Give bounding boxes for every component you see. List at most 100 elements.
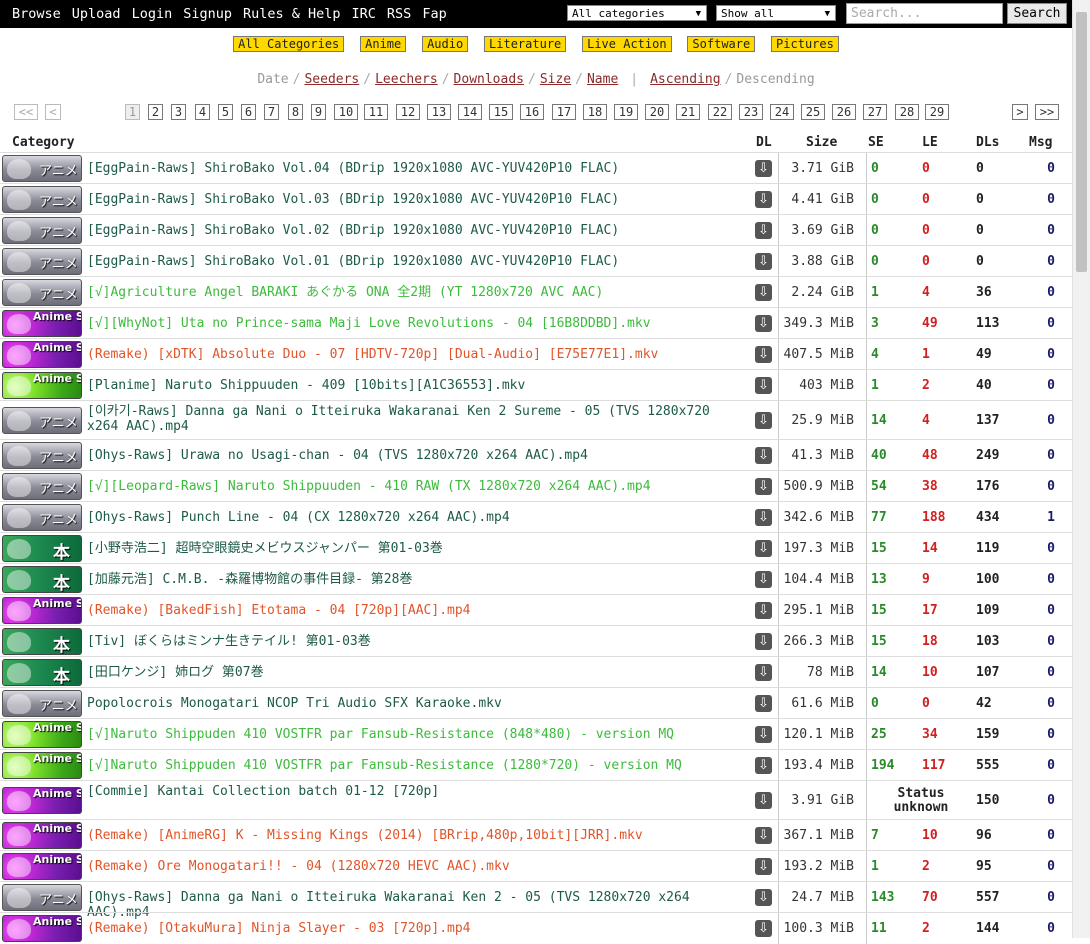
page-29-button[interactable]: 29 [925,104,949,120]
page-2-button[interactable]: 2 [148,104,163,120]
torrent-name-link[interactable]: [√]Agriculture Angel BARAKI あぐかる ONA 全2期… [87,285,747,300]
page-16-button[interactable]: 16 [520,104,544,120]
category-icon[interactable]: アニメ [2,248,82,275]
category-icon[interactable]: Anime Sub [2,597,82,624]
download-icon[interactable]: ⇩ [755,346,772,363]
category-icon[interactable]: 本 [2,628,82,655]
torrent-name-link[interactable]: [EggPain-Raws] ShiroBako Vol.02 (BDrip 1… [87,223,747,238]
page-23-button[interactable]: 23 [739,104,763,120]
page-28-button[interactable]: 28 [895,104,919,120]
cat-all-categories[interactable]: All Categories [233,36,345,52]
torrent-name-link[interactable]: [√][WhyNot] Uta no Prince-sama Maji Love… [87,316,747,331]
comments-count[interactable]: 0 [1030,793,1055,808]
torrent-name-link[interactable]: [EggPain-Raws] ShiroBako Vol.01 (BDrip 1… [87,254,747,269]
comments-count[interactable]: 0 [1030,859,1055,874]
download-icon[interactable]: ⇩ [755,858,772,875]
download-icon[interactable]: ⇩ [755,889,772,906]
search-input[interactable] [846,3,1003,24]
category-icon[interactable]: Anime Sub [2,721,82,748]
page-3-button[interactable]: 3 [171,104,186,120]
category-select[interactable]: All categories ▼ [567,5,707,21]
comments-count[interactable]: 0 [1030,285,1055,300]
nav-fap[interactable]: Fap [422,6,446,22]
download-icon[interactable]: ⇩ [755,509,772,526]
header-dls[interactable]: DLs [976,135,999,150]
download-icon[interactable]: ⇩ [755,191,772,208]
scrollbar-thumb[interactable] [1076,12,1087,272]
page-11-button[interactable]: 11 [364,104,388,120]
comments-count[interactable]: 0 [1030,347,1055,362]
torrent-name-link[interactable]: [Tiv] ぼくらはミンナ生きテイル! 第01-03巻 [87,634,747,649]
page-14-button[interactable]: 14 [458,104,482,120]
cat-audio[interactable]: Audio [422,36,469,52]
comments-count[interactable]: 0 [1030,479,1055,494]
page-27-button[interactable]: 27 [863,104,887,120]
show-filter-select[interactable]: Show all ▼ [716,5,836,21]
torrent-name-link[interactable]: [Commie] Kantai Collection batch 01-12 [… [87,784,747,799]
page-24-button[interactable]: 24 [770,104,794,120]
sort-leechers[interactable]: Leechers [375,72,438,87]
comments-count[interactable]: 0 [1030,448,1055,463]
nav-rules-help[interactable]: Rules & Help [243,6,341,22]
sort-downloads[interactable]: Downloads [454,72,524,87]
category-icon[interactable]: アニメ [2,884,82,911]
page-6-button[interactable]: 6 [241,104,256,120]
torrent-name-link[interactable]: [Planime] Naruto Shippuuden - 409 [10bit… [87,378,747,393]
category-icon[interactable]: アニメ [2,279,82,306]
torrent-name-link[interactable]: [이카기-Raws] Danna ga Nani o Itteiruka Wak… [87,404,747,434]
nav-rss[interactable]: RSS [387,6,411,22]
download-icon[interactable]: ⇩ [755,315,772,332]
header-category[interactable]: Category [12,135,75,150]
header-size[interactable]: Size [806,135,837,150]
category-icon[interactable]: Anime Sub [2,822,82,849]
category-icon[interactable]: アニメ [2,186,82,213]
comments-count[interactable]: 0 [1030,634,1055,649]
torrent-name-link[interactable]: (Remake) Ore Monogatari!! - 04 (1280x720… [87,859,747,874]
sort-ascending[interactable]: Ascending [650,72,720,87]
nav-login[interactable]: Login [132,6,173,22]
download-icon[interactable]: ⇩ [755,792,772,809]
download-icon[interactable]: ⇩ [755,571,772,588]
comments-count[interactable]: 0 [1030,828,1055,843]
sort-size[interactable]: Size [540,72,571,87]
scrollbar[interactable] [1072,0,1090,938]
download-icon[interactable]: ⇩ [755,284,772,301]
torrent-name-link[interactable]: [√]Naruto Shippuden 410 VOSTFR par Fansu… [87,727,747,742]
page-22-button[interactable]: 22 [708,104,732,120]
category-icon[interactable]: アニメ [2,155,82,182]
category-icon[interactable]: 本 [2,659,82,686]
download-icon[interactable]: ⇩ [755,920,772,937]
page-17-button[interactable]: 17 [552,104,576,120]
next-page-button[interactable]: > [1012,104,1028,120]
page-21-button[interactable]: 21 [676,104,700,120]
comments-count[interactable]: 0 [1030,572,1055,587]
category-icon[interactable]: アニメ [2,217,82,244]
sort-name[interactable]: Name [587,72,618,87]
cat-anime[interactable]: Anime [360,36,407,52]
comments-count[interactable]: 0 [1030,541,1055,556]
download-icon[interactable]: ⇩ [755,633,772,650]
page-15-button[interactable]: 15 [489,104,513,120]
category-icon[interactable]: Anime Sub [2,752,82,779]
torrent-name-link[interactable]: [Ohys-Raws] Punch Line - 04 (CX 1280x720… [87,510,747,525]
torrent-name-link[interactable]: [√][Leopard-Raws] Naruto Shippuuden - 41… [87,479,747,494]
page-10-button[interactable]: 10 [334,104,358,120]
comments-count[interactable]: 1 [1030,510,1055,525]
torrent-name-link[interactable]: [Ohys-Raws] Urawa no Usagi-chan - 04 (TV… [87,448,747,463]
download-icon[interactable]: ⇩ [755,664,772,681]
page-9-button[interactable]: 9 [311,104,326,120]
comments-count[interactable]: 0 [1030,696,1055,711]
download-icon[interactable]: ⇩ [755,540,772,557]
page-4-button[interactable]: 4 [195,104,210,120]
category-icon[interactable]: アニメ [2,407,82,434]
category-icon[interactable]: Anime Sub [2,341,82,368]
download-icon[interactable]: ⇩ [755,160,772,177]
category-icon[interactable]: Anime Sub [2,372,82,399]
download-icon[interactable]: ⇩ [755,757,772,774]
page-12-button[interactable]: 12 [396,104,420,120]
torrent-name-link[interactable]: Popolocrois Monogatari NCOP Tri Audio SF… [87,696,747,711]
category-icon[interactable]: Anime Sub [2,853,82,880]
download-icon[interactable]: ⇩ [755,478,772,495]
torrent-name-link[interactable]: (Remake) [AnimeRG] K - Missing Kings (20… [87,828,747,843]
category-icon[interactable]: アニメ [2,442,82,469]
